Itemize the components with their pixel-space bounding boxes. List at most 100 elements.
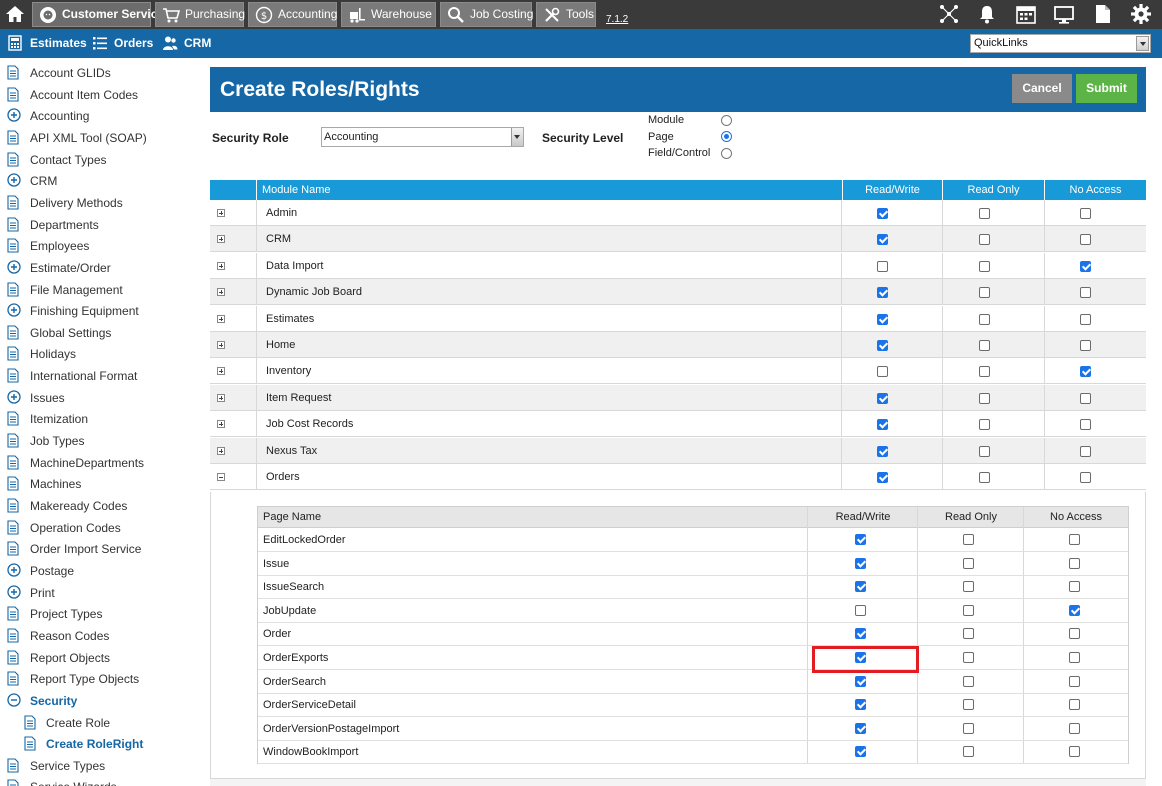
no-access-checkbox[interactable]: [1069, 652, 1080, 663]
read-write-checkbox[interactable]: [855, 628, 866, 640]
read-write-checkbox[interactable]: [877, 340, 888, 351]
expand-icon[interactable]: [217, 367, 225, 376]
read-write-checkbox[interactable]: [877, 313, 888, 325]
tab-accounting[interactable]: $ Accounting: [248, 2, 337, 27]
read-only-checkbox[interactable]: [979, 419, 990, 431]
read-write-checkbox[interactable]: [855, 557, 866, 569]
read-only-checkbox[interactable]: [979, 208, 990, 219]
read-write-checkbox[interactable]: [855, 746, 866, 758]
read-write-checkbox[interactable]: [855, 604, 866, 616]
read-write-checkbox[interactable]: [855, 581, 866, 593]
read-write-checkbox[interactable]: [877, 366, 888, 378]
no-access-checkbox[interactable]: [1069, 604, 1080, 616]
submit-button[interactable]: Submit: [1076, 74, 1137, 103]
read-only-checkbox[interactable]: [963, 534, 974, 545]
tab-purchasing[interactable]: Purchasing: [155, 2, 245, 27]
version-link[interactable]: 7.1.2: [606, 14, 628, 25]
read-write-checkbox[interactable]: [855, 699, 866, 711]
read-only-checkbox[interactable]: [963, 652, 974, 663]
expand-icon[interactable]: [217, 314, 225, 323]
expand-icon[interactable]: [217, 209, 225, 217]
cancel-button[interactable]: Cancel: [1012, 74, 1072, 103]
expand-icon[interactable]: [217, 393, 225, 402]
no-access-checkbox[interactable]: [1069, 557, 1080, 569]
read-write-checkbox[interactable]: [877, 260, 888, 272]
read-only-checkbox[interactable]: [963, 722, 974, 734]
subnav-estimates[interactable]: Estimates: [8, 35, 87, 51]
expand-icon[interactable]: [217, 288, 225, 297]
read-write-checkbox[interactable]: [855, 534, 866, 545]
read-write-checkbox[interactable]: [877, 287, 888, 299]
expand-icon[interactable]: [217, 261, 225, 270]
read-write-checkbox[interactable]: [877, 392, 888, 404]
read-write-checkbox[interactable]: [877, 419, 888, 431]
no-access-checkbox[interactable]: [1080, 208, 1091, 219]
no-access-checkbox[interactable]: [1080, 366, 1091, 378]
forklift-icon: [348, 6, 366, 24]
subnav-orders[interactable]: Orders: [92, 36, 153, 50]
read-write-checkbox[interactable]: [877, 472, 888, 483]
tab-tools[interactable]: Tools: [536, 2, 596, 27]
sidebar-item-label: Account GLIDs: [30, 66, 111, 80]
expand-icon[interactable]: [217, 341, 225, 349]
read-only-checkbox[interactable]: [963, 604, 974, 616]
no-access-checkbox[interactable]: [1069, 699, 1080, 711]
read-only-checkbox[interactable]: [979, 445, 990, 457]
read-only-checkbox[interactable]: [963, 557, 974, 569]
no-access-checkbox[interactable]: [1080, 472, 1091, 483]
level-module-radio[interactable]: [721, 115, 732, 126]
no-access-checkbox[interactable]: [1069, 746, 1080, 758]
read-write-checkbox[interactable]: [855, 722, 866, 734]
read-only-checkbox[interactable]: [979, 472, 990, 483]
read-only-checkbox[interactable]: [963, 628, 974, 640]
quicklinks-select[interactable]: QuickLinks: [970, 34, 1151, 53]
no-access-checkbox[interactable]: [1080, 445, 1091, 457]
read-write-checkbox[interactable]: [877, 208, 888, 219]
no-access-checkbox[interactable]: [1069, 534, 1080, 545]
no-access-checkbox[interactable]: [1080, 260, 1091, 272]
level-page-radio[interactable]: [721, 131, 732, 142]
security-role-select[interactable]: Accounting: [321, 127, 524, 147]
read-only-checkbox[interactable]: [963, 746, 974, 758]
expand-icon[interactable]: [217, 446, 225, 455]
subnav-crm[interactable]: CRM: [162, 36, 211, 50]
network-icon[interactable]: [938, 3, 960, 25]
monitor-icon[interactable]: [1053, 3, 1075, 25]
read-only-checkbox[interactable]: [979, 234, 990, 246]
read-write-checkbox[interactable]: [855, 675, 866, 687]
no-access-checkbox[interactable]: [1080, 287, 1091, 299]
tab-customer-service[interactable]: Customer Service: [32, 2, 164, 27]
calendar-icon[interactable]: [1015, 3, 1037, 25]
read-only-checkbox[interactable]: [963, 581, 974, 593]
tab-warehouse[interactable]: Warehouse: [341, 2, 436, 27]
document-icon[interactable]: [1092, 3, 1114, 25]
tab-job-costing[interactable]: Job Costing: [440, 2, 533, 27]
no-access-checkbox[interactable]: [1069, 628, 1080, 640]
expand-icon[interactable]: [217, 235, 225, 244]
no-access-checkbox[interactable]: [1080, 392, 1091, 404]
gear-icon[interactable]: [1130, 3, 1152, 25]
read-only-checkbox[interactable]: [963, 675, 974, 687]
no-access-checkbox[interactable]: [1069, 581, 1080, 593]
expand-icon[interactable]: [217, 420, 225, 429]
read-only-checkbox[interactable]: [963, 699, 974, 711]
no-access-checkbox[interactable]: [1080, 234, 1091, 246]
no-access-checkbox[interactable]: [1069, 722, 1080, 734]
no-access-checkbox[interactable]: [1080, 419, 1091, 431]
read-only-checkbox[interactable]: [979, 287, 990, 299]
read-only-checkbox[interactable]: [979, 392, 990, 404]
read-write-checkbox[interactable]: [877, 234, 888, 246]
read-write-checkbox[interactable]: [877, 445, 888, 457]
no-access-checkbox[interactable]: [1080, 313, 1091, 325]
collapse-icon[interactable]: [217, 473, 225, 481]
level-field-radio[interactable]: [721, 148, 732, 159]
read-only-checkbox[interactable]: [979, 313, 990, 325]
read-only-checkbox[interactable]: [979, 340, 990, 351]
read-only-checkbox[interactable]: [979, 366, 990, 378]
no-access-checkbox[interactable]: [1080, 340, 1091, 351]
bell-icon[interactable]: [976, 3, 998, 25]
sidebar-item-label: Account Item Codes: [30, 87, 139, 102]
read-only-checkbox[interactable]: [979, 260, 990, 272]
no-access-checkbox[interactable]: [1069, 675, 1080, 687]
home-icon[interactable]: [4, 3, 26, 25]
